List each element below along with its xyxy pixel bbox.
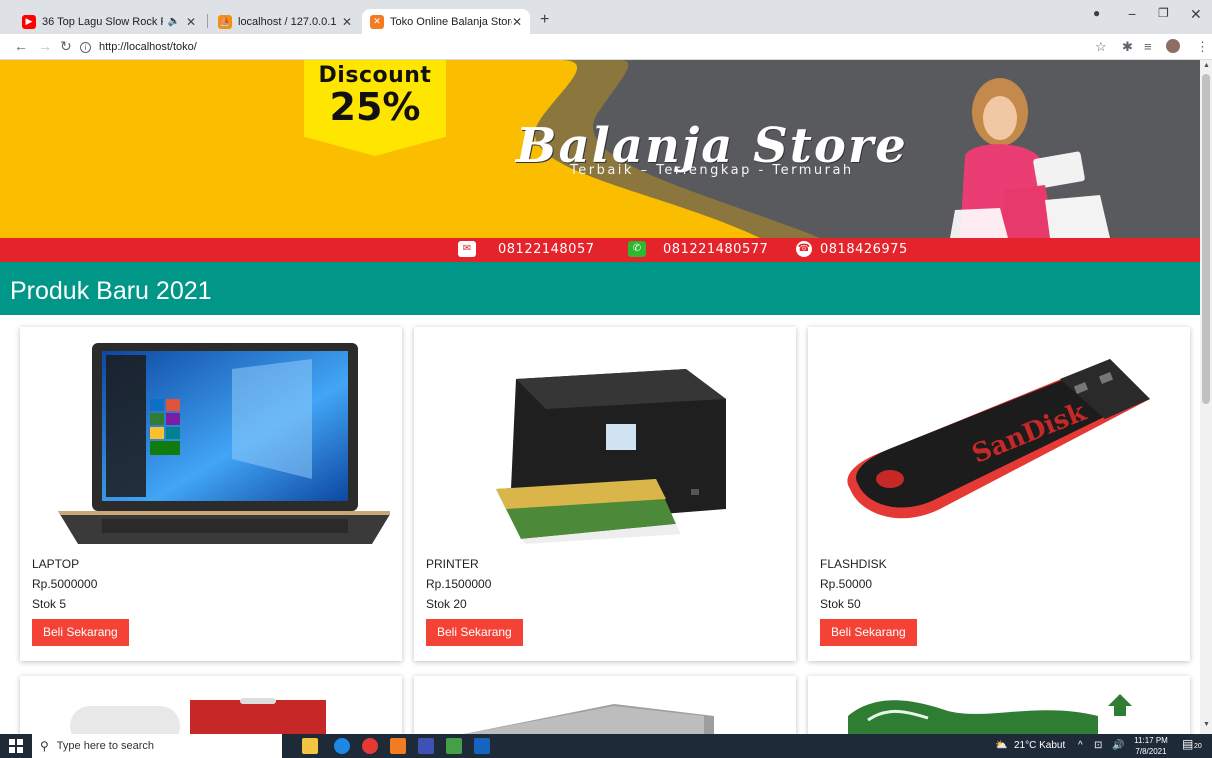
model-face — [983, 96, 1017, 140]
extensions-icon[interactable]: ✱ — [1122, 39, 1133, 55]
store-tagline: Terbaik – Terlengkap - Termurah — [570, 163, 854, 178]
phone-number: 0818426975 — [820, 242, 908, 257]
tab-youtube[interactable]: ▶ 36 Top Lagu Slow Rock Palin 🔈 ✕ — [14, 9, 204, 34]
product-card: PRINTER Rp.1500000 Stok 20 Beli Sekarang — [414, 327, 796, 661]
product-card — [414, 676, 796, 734]
windows-taskbar: ⚲ Type here to search ⛅ 21°C Kabut ^ ⊡ 🔊… — [0, 734, 1212, 758]
tab-divider — [207, 14, 208, 28]
file-explorer-icon[interactable] — [302, 738, 318, 754]
tray-chevron-icon[interactable]: ^ — [1078, 740, 1083, 751]
buy-now-button[interactable]: Beli Sekarang — [426, 619, 523, 646]
discount-value: 25% — [329, 85, 421, 129]
network-icon[interactable]: ⊡ — [1094, 740, 1102, 751]
weather-text[interactable]: 21°C Kabut — [1014, 740, 1065, 751]
image-viewer-icon[interactable] — [446, 738, 462, 754]
new-tab-button[interactable]: + — [540, 11, 549, 29]
search-placeholder: Type here to search — [56, 740, 155, 752]
chrome-icon[interactable] — [362, 738, 378, 754]
profile-dot-icon[interactable]: ● — [1093, 6, 1100, 20]
buy-now-button[interactable]: Beli Sekarang — [820, 619, 917, 646]
speaker-icon[interactable]: 🔈 — [167, 16, 179, 27]
volume-icon[interactable]: 🔊 — [1112, 740, 1124, 751]
browser-window: ▶ 36 Top Lagu Slow Rock Palin 🔈 ✕ ⛵ loca… — [0, 0, 1212, 758]
close-tab-icon[interactable]: ✕ — [512, 15, 522, 29]
search-icon: ⚲ — [40, 739, 49, 753]
product-price: Rp.50000 — [820, 577, 873, 591]
weather-icon[interactable]: ⛅ — [995, 740, 1007, 751]
phone-number: 08122148057 — [498, 242, 595, 257]
scroll-up-icon[interactable]: ▲ — [1203, 62, 1210, 69]
store-banner: Discount 25% Balanja Store Terbaik – Ter… — [0, 60, 1200, 238]
xampp-icon[interactable] — [390, 738, 406, 754]
section-title: Produk Baru 2021 — [0, 262, 1200, 315]
youtube-icon: ▶ — [22, 14, 36, 29]
tab-phpmyadmin[interactable]: ⛵ localhost / 127.0.0.1 / ciwaruga_ ✕ — [210, 9, 360, 34]
address-toolbar: ← → ↻ i http://localhost/toko/ ☆ ✱ ≡ ⋮ — [0, 34, 1212, 60]
windows-start-button[interactable] — [9, 739, 23, 753]
product-card: LAPTOP Rp.5000000 Stok 5 Beli Sekarang — [20, 327, 402, 661]
url-bar[interactable]: i http://localhost/toko/ — [80, 37, 1070, 57]
product-card: SanDisk FLASHDISK Rp.50000 Stok 50 Beli … — [808, 327, 1190, 661]
product-name: PRINTER — [426, 557, 479, 571]
shopping-bag-white — [1045, 195, 1110, 238]
tab-balanja-store[interactable]: ✕ Toko Online Balanja Store ✕ — [362, 9, 530, 34]
shopping-bag-left — [950, 208, 1008, 238]
reading-list-icon[interactable]: ≡ — [1144, 39, 1152, 54]
menu-icon[interactable]: ⋮ — [1196, 39, 1209, 55]
clock[interactable]: 11:17 PM 7/8/2021 — [1134, 735, 1168, 757]
reload-icon[interactable]: ↻ — [60, 38, 72, 55]
back-icon[interactable]: ← — [14, 38, 28, 54]
product-card — [20, 676, 402, 734]
product-price: Rp.1500000 — [426, 577, 492, 591]
restore-button[interactable]: ❐ — [1158, 6, 1169, 20]
page-scrollbar[interactable]: ▲ ▼ — [1200, 60, 1212, 734]
phpmyadmin-icon: ⛵ — [218, 14, 232, 29]
sms-icon: ✉ — [458, 241, 476, 257]
edge-icon[interactable] — [334, 738, 350, 754]
tab-strip: ▶ 36 Top Lagu Slow Rock Palin 🔈 ✕ ⛵ loca… — [0, 0, 1212, 34]
forward-icon[interactable]: → — [38, 38, 52, 54]
product-image — [70, 698, 326, 734]
product-stock: Stok 5 — [32, 597, 67, 611]
product-stock: Stok 50 — [820, 597, 861, 611]
product-image — [848, 694, 1132, 734]
minimize-button[interactable]: − — [1128, 6, 1136, 22]
taskbar-search[interactable]: ⚲ Type here to search — [32, 734, 282, 758]
product-image — [464, 704, 714, 734]
phone-icon: ☎ — [796, 241, 812, 257]
notification-count: 20 — [1194, 743, 1202, 750]
avatar[interactable] — [1166, 39, 1180, 53]
star-icon[interactable]: ☆ — [1095, 39, 1107, 55]
contact-bar: ✉ 08122148057 ✆ 081221480577 ☎ 081842697… — [0, 238, 1200, 262]
laptop-image — [58, 343, 390, 544]
xampp-icon: ✕ — [370, 14, 384, 29]
product-name: FLASHDISK — [820, 557, 887, 571]
close-tab-icon[interactable]: ✕ — [186, 15, 196, 29]
discount-badge: Discount 25% — [304, 60, 446, 156]
page-viewport: Discount 25% Balanja Store Terbaik – Ter… — [0, 60, 1200, 734]
tab-title: 36 Top Lagu Slow Rock Palin — [42, 15, 163, 28]
flashdisk-image: SanDisk — [847, 359, 1150, 519]
save-icon[interactable] — [418, 738, 434, 754]
product-name: LAPTOP — [32, 557, 80, 571]
clock-date: 7/8/2021 — [1135, 747, 1167, 756]
buy-now-button[interactable]: Beli Sekarang — [32, 619, 129, 646]
printer-image — [496, 369, 726, 544]
notification-icon[interactable]: ▤ — [1182, 737, 1193, 751]
tab-title: localhost / 127.0.0.1 / ciwaruga_ — [238, 15, 336, 28]
scrollbar-thumb[interactable] — [1202, 74, 1210, 404]
info-icon[interactable]: i — [80, 41, 91, 53]
scroll-down-icon[interactable]: ▼ — [1203, 721, 1210, 728]
clock-time: 11:17 PM — [1134, 736, 1168, 745]
phone-number: 081221480577 — [663, 242, 769, 257]
product-stock: Stok 20 — [426, 597, 467, 611]
word-icon[interactable] — [474, 738, 490, 754]
close-window-button[interactable]: ✕ — [1190, 6, 1202, 23]
product-price: Rp.5000000 — [32, 577, 98, 591]
product-card — [808, 676, 1190, 734]
url-text: http://localhost/toko/ — [99, 41, 197, 53]
whatsapp-icon: ✆ — [628, 241, 646, 257]
tab-title: Toko Online Balanja Store — [390, 15, 512, 28]
close-tab-icon[interactable]: ✕ — [342, 15, 352, 29]
